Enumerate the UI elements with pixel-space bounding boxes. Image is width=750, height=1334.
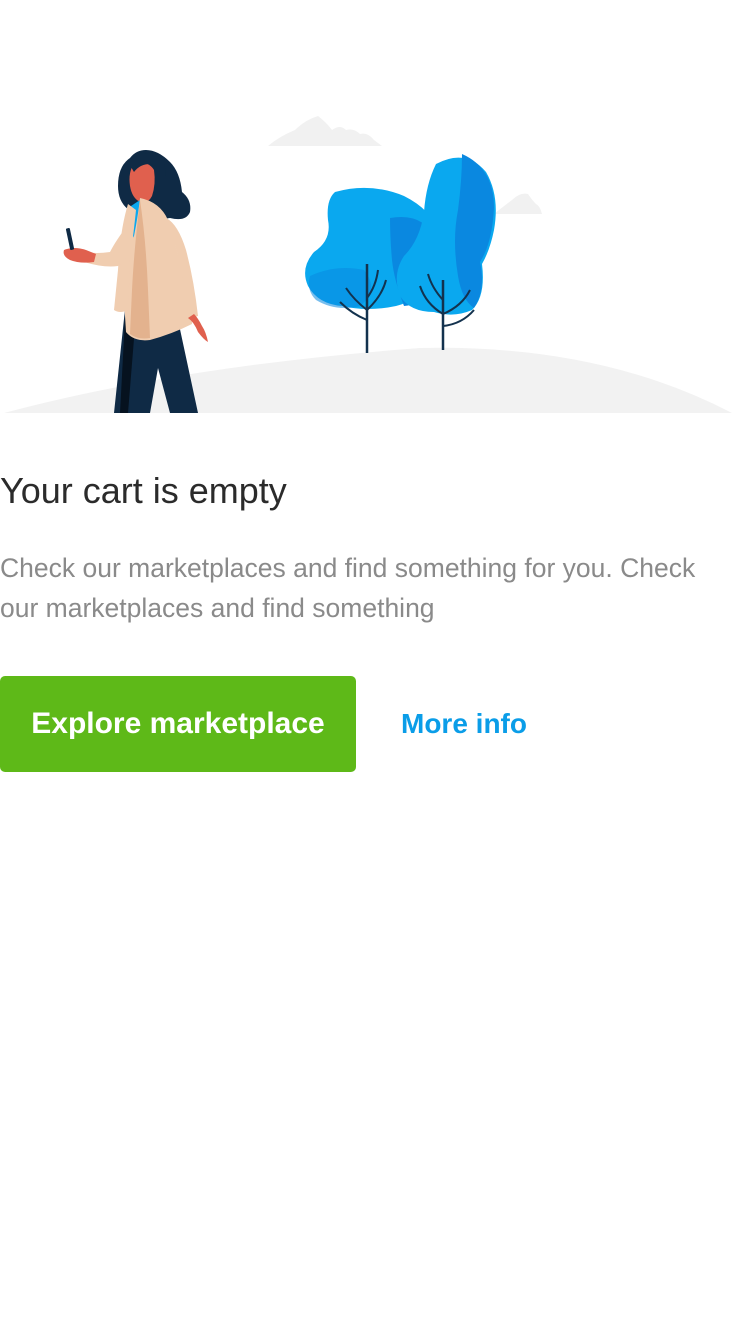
cloud-icon: [268, 116, 382, 146]
empty-cart-screen: Your cart is empty Check our marketplace…: [0, 0, 750, 1334]
empty-cart-title: Your cart is empty: [0, 470, 287, 511]
action-row: Explore marketplace More info: [0, 676, 527, 772]
explore-marketplace-button[interactable]: Explore marketplace: [0, 676, 356, 772]
empty-cart-description: Check our marketplaces and find somethin…: [0, 553, 696, 623]
ground-shape: [4, 347, 732, 413]
phone-icon: [65, 228, 75, 250]
person-icon: [63, 150, 208, 413]
cloud-icon: [494, 193, 542, 214]
tree-icon: [396, 154, 496, 350]
more-info-link[interactable]: More info: [401, 708, 527, 740]
empty-cart-illustration: [0, 100, 740, 420]
